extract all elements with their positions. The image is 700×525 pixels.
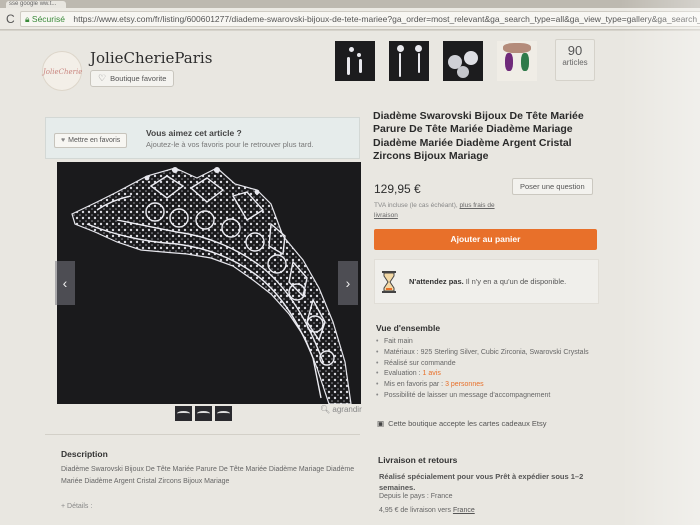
previous-image-arrow[interactable]: ‹ xyxy=(55,261,75,305)
address-bar[interactable]: 🔒︎ Sécurisé https://www.etsy.com/fr/list… xyxy=(20,11,700,27)
url-text: https://www.etsy.com/fr/listing/60060127… xyxy=(73,14,700,24)
hourglass-icon xyxy=(382,271,396,293)
shop-logo[interactable]: JolieCherie xyxy=(42,51,82,91)
favorited-by-link[interactable]: 3 personnes xyxy=(445,381,484,388)
heart-icon: ♥ xyxy=(61,137,66,144)
favorite-prompt-title: Vous aimez cet article ? xyxy=(146,128,242,138)
listing-price: 129,95 € xyxy=(374,182,421,196)
scarcity-notice: N'attendez pas. Il n'y en a qu'un de dis… xyxy=(374,259,599,304)
shop-thumbnail[interactable] xyxy=(497,41,537,81)
ask-question-button[interactable]: Poser une question xyxy=(512,178,593,195)
shop-thumbnail[interactable] xyxy=(335,41,375,81)
overview-item-text: Mis en favoris par : xyxy=(384,381,446,389)
magnifier-icon: 🔍︎ xyxy=(320,405,331,414)
item-count-label: articles xyxy=(562,58,588,67)
shop-name[interactable]: JolieCherieParis xyxy=(90,49,212,67)
overview-item-text: Réalisé sur commande xyxy=(384,359,456,367)
reviews-link[interactable]: 1 avis xyxy=(423,370,441,377)
shipping-origin: Depuis le pays : France xyxy=(379,493,453,500)
shop-thumbnail[interactable] xyxy=(443,41,483,81)
overview-item: Matériaux : 925 Sterling Silver, Cubic Z… xyxy=(376,348,606,359)
product-image[interactable] xyxy=(57,162,361,404)
shipping-destination-link[interactable]: France xyxy=(453,507,475,514)
tax-note-text: TVA incluse (le cas échéant), xyxy=(374,202,458,209)
shipping-heading: Livraison et retours xyxy=(378,455,458,465)
favorite-prompt-subtitle: Ajoutez-le à vos favoris pour le retrouv… xyxy=(146,140,314,149)
shop-logo-text: JolieCherie xyxy=(43,68,83,76)
item-count-number: 90 xyxy=(567,43,583,58)
overview-item: Fait main xyxy=(376,337,606,348)
listing-title: Diadème Swarovski Bijoux De Tête Mariée … xyxy=(373,110,584,163)
overview-item-text: Matériaux : 925 Sterling Silver, Cubic Z… xyxy=(384,348,589,356)
chevron-right-icon: › xyxy=(345,275,351,291)
gift-card-text: Cette boutique accepte les cartes cadeau… xyxy=(388,419,547,428)
shipping-cost: 4,95 € de livraison vers France xyxy=(379,507,475,514)
shop-thumbnail[interactable] xyxy=(389,41,429,81)
listing-page: JolieCherie JolieCherieParis ♡ Boutique f… xyxy=(0,31,700,525)
overview-item: Réalisé sur commande xyxy=(376,359,606,370)
browser-tab-strip: sse google ww.t... xyxy=(0,0,700,8)
gift-card-icon: ▣ xyxy=(377,419,385,428)
scarcity-bold: N'attendez pas. xyxy=(409,277,464,286)
overview-item-text: Possibilité de laisser un message d'acco… xyxy=(384,391,551,399)
overview-item: Evaluation : 1 avis xyxy=(376,369,606,380)
divider xyxy=(45,434,360,435)
browser-toolbar: C 🔒︎ Sécurisé https://www.etsy.com/fr/li… xyxy=(0,8,700,30)
browser-tab-title: sse google ww.t... xyxy=(9,1,57,7)
image-thumbnail[interactable] xyxy=(215,406,232,421)
overview-item-text: Evaluation : xyxy=(384,370,423,378)
scarcity-text: N'attendez pas. Il n'y en a qu'un de dis… xyxy=(409,277,566,286)
lock-icon: 🔒︎ xyxy=(25,14,30,24)
overview-item: Mis en favoris par : 3 personnes xyxy=(376,380,606,391)
heart-icon: ♡ xyxy=(98,73,107,83)
zoom-label: agrandir xyxy=(332,405,362,414)
add-to-favorites-button[interactable]: ♥ Mettre en favoris xyxy=(54,133,128,148)
overview-list: Fait main Matériaux : 925 Sterling Silve… xyxy=(376,337,606,402)
gift-card-note: ▣ Cette boutique accepte les cartes cadea… xyxy=(377,419,547,428)
tiara-illustration xyxy=(71,167,352,404)
overview-heading: Vue d'ensemble xyxy=(376,323,441,333)
item-count[interactable]: 90 articles xyxy=(555,39,595,81)
image-thumbnail[interactable] xyxy=(175,406,192,421)
add-to-favorites-label: Mettre en favoris xyxy=(68,137,121,144)
description-heading: Description xyxy=(61,449,108,459)
reload-icon[interactable]: C xyxy=(6,12,15,26)
favorite-shop-button[interactable]: ♡ Boutique favorite xyxy=(90,70,175,87)
secure-label: Sécurisé xyxy=(31,14,65,24)
image-thumbnail[interactable] xyxy=(195,406,212,421)
add-to-cart-button[interactable]: Ajouter au panier xyxy=(374,229,597,250)
image-thumbnails xyxy=(175,406,235,424)
description-text: Diadème Swarovski Bijoux De Tête Mariée … xyxy=(61,466,355,485)
details-toggle[interactable]: + Détails : xyxy=(61,503,92,510)
overview-item-text: Fait main xyxy=(384,338,413,345)
shipping-lead-time: Réalisé spécialement pour vous Prêt à ex… xyxy=(379,472,584,492)
overview-item: Possibilité de laisser un message d'acco… xyxy=(376,391,606,402)
chevron-left-icon: ‹ xyxy=(62,275,68,291)
next-image-arrow[interactable]: › xyxy=(338,261,358,305)
shipping-cost-text: 4,95 € de livraison vers xyxy=(379,507,453,514)
tax-note: TVA incluse (le cas échéant), plus frais… xyxy=(374,201,514,221)
scarcity-rest: Il n'y en a qu'un de disponible. xyxy=(463,277,567,286)
browser-tab[interactable]: sse google ww.t... xyxy=(6,1,66,8)
favorite-prompt-banner: ♥ Mettre en favoris Vous aimez cet articl… xyxy=(45,117,360,159)
favorite-shop-label: Boutique favorite xyxy=(110,74,167,83)
zoom-button[interactable]: 🔍︎ agrandir xyxy=(320,405,362,414)
